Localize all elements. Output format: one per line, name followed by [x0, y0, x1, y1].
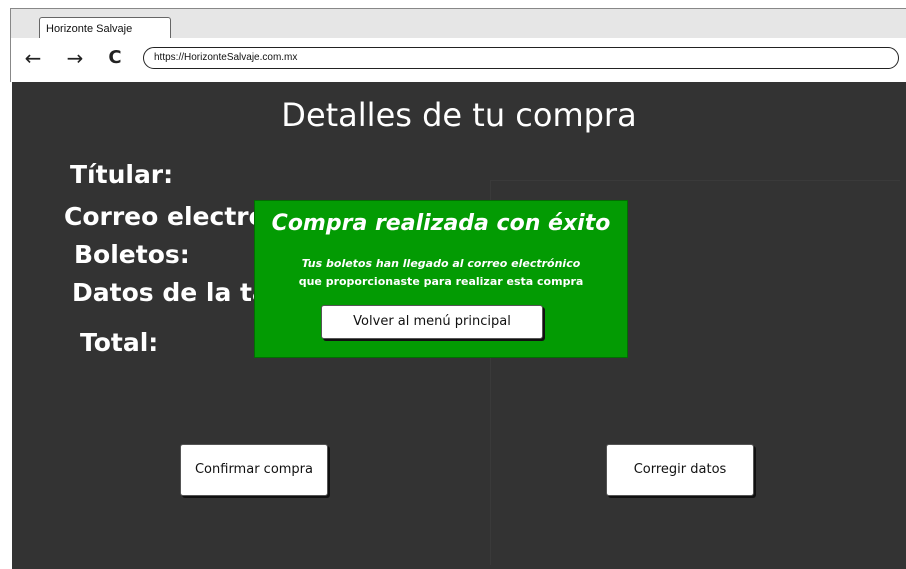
address-bar[interactable]: https://HorizonteSalvaje.com.mx	[143, 47, 899, 69]
confirm-purchase-button[interactable]: Confirmar compra	[180, 444, 328, 496]
correct-data-button[interactable]: Corregir datos	[606, 444, 754, 496]
reload-icon[interactable]: C	[103, 46, 127, 70]
modal-message-line2: que proporcionaste para realizar esta co…	[298, 275, 584, 288]
modal-message-line1: Tus boletos han llegado al correo electr…	[301, 257, 581, 270]
page-content: Detalles de tu compra Títular: Correo el…	[12, 82, 906, 569]
back-to-main-menu-button[interactable]: Volver al menú principal	[321, 305, 543, 339]
label-titular: Títular:	[70, 160, 174, 189]
divider-horizontal	[490, 180, 900, 181]
label-total: Total:	[80, 328, 159, 357]
tab-bar: Horizonte Salvaje	[10, 8, 906, 39]
success-modal: Compra realizada con éxito Tus boletos h…	[254, 200, 628, 358]
modal-title: Compra realizada con éxito	[271, 211, 611, 236]
browser-tab[interactable]: Horizonte Salvaje	[39, 17, 171, 39]
page-title: Detalles de tu compra	[281, 96, 637, 134]
label-boletos: Boletos:	[74, 240, 190, 269]
browser-window: Horizonte Salvaje ← → C https://Horizont…	[10, 8, 906, 569]
forward-arrow-icon[interactable]: →	[63, 46, 87, 70]
back-arrow-icon[interactable]: ←	[21, 46, 45, 70]
navigation-bar: ← → C https://HorizonteSalvaje.com.mx	[10, 38, 906, 82]
